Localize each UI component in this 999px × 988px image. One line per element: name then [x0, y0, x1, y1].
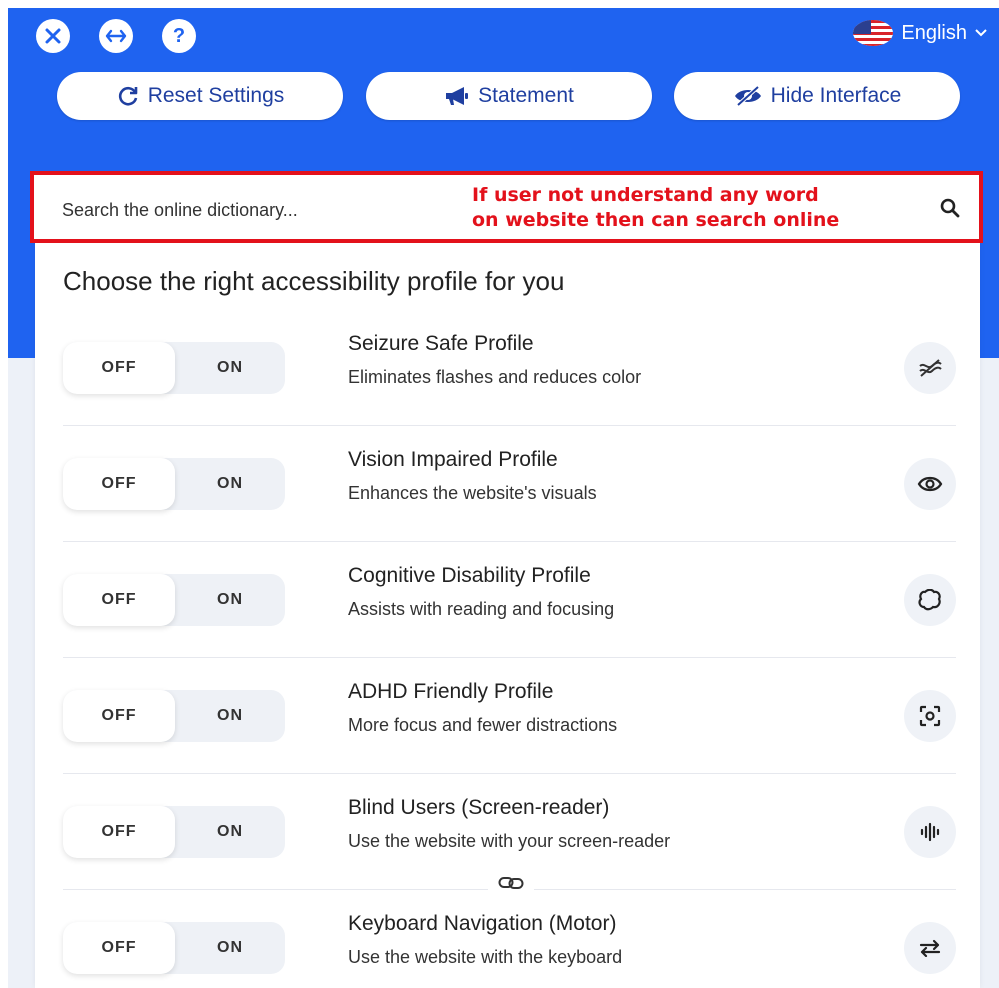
search-annotation: If user not understand any word on websi…	[472, 183, 839, 233]
profile-description: Use the website with your screen-reader	[348, 831, 671, 851]
toggle-on[interactable]: ON	[175, 806, 285, 858]
profile-title: Cognitive Disability Profile	[348, 564, 591, 587]
row-divider	[63, 541, 956, 542]
toggle-on[interactable]: ON	[175, 574, 285, 626]
eye-slash-icon	[734, 85, 761, 107]
arrows-icon	[904, 922, 956, 974]
row-divider	[63, 773, 956, 774]
toggle-on[interactable]: ON	[175, 342, 285, 394]
chevron-down-icon	[975, 29, 987, 37]
link-icon	[488, 875, 534, 896]
profile-row-cognitive-disability: OFF ON Cognitive Disability Profile Assi…	[63, 550, 956, 666]
megaphone-icon	[446, 87, 469, 105]
profile-description: Enhances the website's visuals	[348, 483, 597, 503]
row-divider	[63, 425, 956, 426]
brain-icon	[904, 574, 956, 626]
profile-title: Vision Impaired Profile	[348, 448, 558, 471]
annotation-line-2: on website then can search online	[472, 209, 840, 231]
annotation-line-1: If user not understand any word	[472, 184, 819, 206]
search-icon[interactable]	[939, 197, 961, 219]
close-button[interactable]	[36, 19, 70, 53]
us-flag-icon	[853, 20, 894, 46]
close-icon	[45, 28, 61, 44]
profile-toggle[interactable]: OFF ON	[63, 806, 285, 858]
profiles-heading: Choose the right accessibility profile f…	[63, 266, 565, 296]
toggle-off[interactable]: OFF	[63, 690, 175, 742]
horizontal-arrows-icon	[105, 29, 127, 43]
question-icon: ?	[172, 24, 186, 47]
profile-title: Keyboard Navigation (Motor)	[348, 912, 617, 935]
profile-toggle[interactable]: OFF ON	[63, 342, 285, 394]
profile-description: Eliminates flashes and reduces color	[348, 367, 642, 387]
row-divider	[63, 657, 956, 658]
profile-row-vision-impaired: OFF ON Vision Impaired Profile Enhances …	[63, 434, 956, 550]
toggle-off[interactable]: OFF	[63, 458, 175, 510]
audio-wave-icon	[904, 806, 956, 858]
refresh-icon	[118, 86, 138, 106]
reset-settings-label: Reset Settings	[147, 84, 285, 107]
toggle-on[interactable]: ON	[175, 690, 285, 742]
statement-button[interactable]: Statement	[366, 72, 652, 120]
toggle-off[interactable]: OFF	[63, 342, 175, 394]
wave-icon	[904, 342, 956, 394]
reset-settings-button[interactable]: Reset Settings	[57, 72, 343, 120]
profile-title: ADHD Friendly Profile	[348, 680, 554, 703]
statement-label: Statement	[478, 84, 574, 107]
profile-description: More focus and fewer distractions	[348, 715, 618, 735]
profile-row-seizure-safe: OFF ON Seizure Safe Profile Eliminates f…	[63, 318, 956, 434]
focus-icon	[904, 690, 956, 742]
profile-title: Seizure Safe Profile	[348, 332, 534, 355]
profile-toggle[interactable]: OFF ON	[63, 922, 285, 974]
dictionary-search-box: If user not understand any word on websi…	[30, 171, 983, 243]
profile-description: Assists with reading and focusing	[348, 599, 615, 619]
profile-toggle[interactable]: OFF ON	[63, 574, 285, 626]
toggle-off[interactable]: OFF	[63, 922, 175, 974]
language-label: English	[901, 21, 967, 44]
profile-toggle[interactable]: OFF ON	[63, 458, 285, 510]
hide-interface-label: Hide Interface	[770, 84, 902, 107]
profile-title: Blind Users (Screen-reader)	[348, 796, 610, 819]
toggle-off[interactable]: OFF	[63, 574, 175, 626]
dictionary-search-input[interactable]	[62, 197, 462, 223]
hide-interface-button[interactable]: Hide Interface	[674, 72, 960, 120]
profile-row-adhd-friendly: OFF ON ADHD Friendly Profile More focus …	[63, 666, 956, 782]
toggle-on[interactable]: ON	[175, 458, 285, 510]
toggle-on[interactable]: ON	[175, 922, 285, 974]
move-widget-button[interactable]	[99, 19, 133, 53]
profile-description: Use the website with the keyboard	[348, 947, 623, 967]
profile-row-keyboard-navigation: OFF ON Keyboard Navigation (Motor) Use t…	[63, 898, 956, 988]
language-selector[interactable]: English	[853, 20, 987, 46]
help-button[interactable]: ?	[162, 19, 196, 53]
toggle-off[interactable]: OFF	[63, 806, 175, 858]
profile-toggle[interactable]: OFF ON	[63, 690, 285, 742]
eye-icon	[904, 458, 956, 510]
